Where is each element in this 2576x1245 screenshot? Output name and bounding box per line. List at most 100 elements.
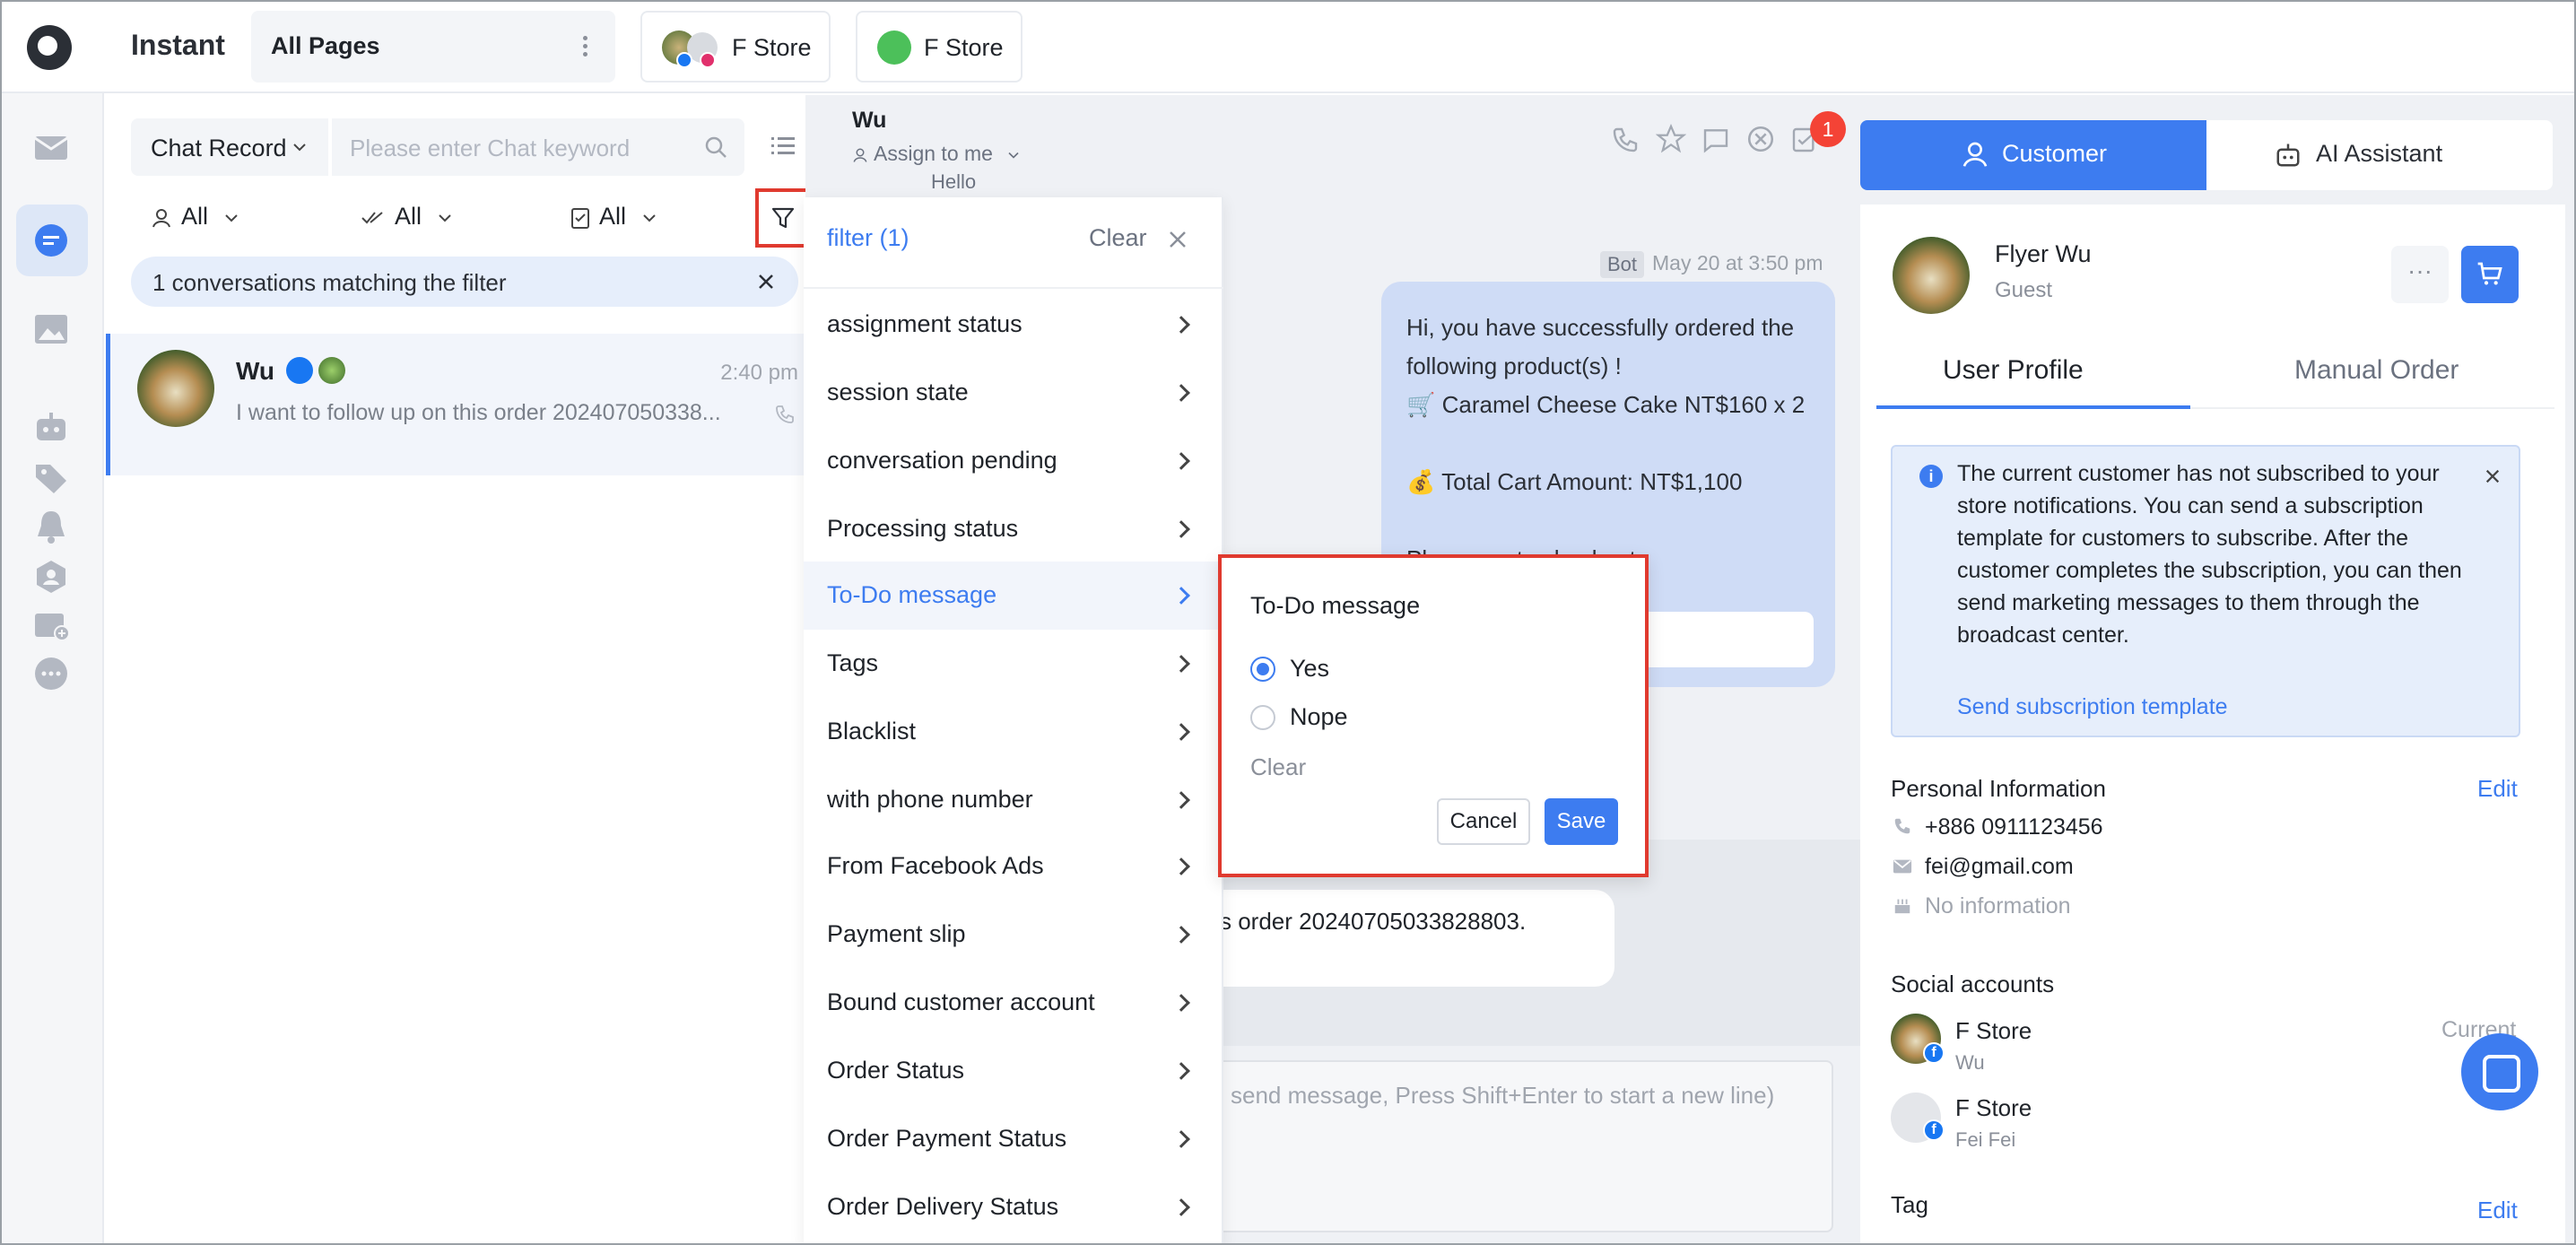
- inbox-icon[interactable]: [32, 129, 70, 167]
- filter-item-label: Order Payment Status: [827, 1125, 1067, 1152]
- close-icon[interactable]: [2485, 468, 2501, 484]
- conversation-preview: I want to follow up on this order 202407…: [236, 400, 721, 425]
- filter-item-session-state[interactable]: session state: [804, 359, 1223, 427]
- chat-record-select[interactable]: Chat Record: [131, 118, 328, 176]
- chevron-right-icon: [1172, 1130, 1190, 1148]
- task-filter[interactable]: All: [570, 203, 657, 231]
- filter-item-order-status[interactable]: Order Status: [804, 1037, 1223, 1105]
- tab-ai-assistant-label: AI Assistant: [2316, 140, 2443, 167]
- close-icon[interactable]: [757, 273, 775, 291]
- filter-item-todo-message[interactable]: To-Do message: [804, 562, 1223, 630]
- filter-item-assignment-status[interactable]: assignment status: [804, 291, 1223, 359]
- filter-item-processing-status[interactable]: Processing status: [804, 495, 1223, 563]
- facebook-icon: [286, 357, 313, 384]
- tag-title: Tag: [1891, 1191, 1928, 1218]
- filter-item-label: Order Status: [827, 1057, 965, 1084]
- filter-item-label: From Facebook Ads: [827, 852, 1044, 879]
- tab-customer[interactable]: Customer: [1860, 120, 2206, 190]
- conversation-name: Wu: [236, 357, 275, 385]
- cart-button[interactable]: [2461, 246, 2519, 303]
- note-icon[interactable]: [1701, 126, 1731, 154]
- block-icon[interactable]: [1745, 124, 1776, 154]
- assign-dropdown[interactable]: Assign to me: [852, 142, 1020, 166]
- cart-icon: [2477, 262, 2502, 285]
- store-tab-whatsapp[interactable]: F Store: [856, 11, 1023, 83]
- edit-tag-button[interactable]: Edit: [2477, 1197, 2518, 1224]
- social-accounts-title: Social accounts: [1891, 971, 2055, 997]
- ticket-icon[interactable]: [32, 606, 70, 644]
- send-subscription-template-link[interactable]: Send subscription template: [1957, 694, 2228, 720]
- star-icon[interactable]: [1656, 124, 1686, 154]
- chat-support-button[interactable]: [2461, 1033, 2538, 1110]
- app-title: Instant: [131, 29, 225, 61]
- kebab-icon[interactable]: [583, 36, 588, 57]
- popup-clear-button[interactable]: Clear: [1250, 753, 1306, 781]
- conversation-item[interactable]: Wu 2:40 pm I want to follow up on this o…: [106, 334, 804, 475]
- image-icon[interactable]: [32, 310, 70, 348]
- filter-item-label: Order Delivery Status: [827, 1193, 1059, 1220]
- radio-nope[interactable]: [1250, 705, 1275, 730]
- team-icon[interactable]: [32, 558, 70, 596]
- bot-icon[interactable]: [32, 409, 70, 447]
- conversation-time: 2:40 pm: [720, 361, 798, 385]
- bot-message-line: 🛒 Caramel Cheese Cake NT$160 x 2: [1406, 391, 1806, 418]
- chevron-right-icon: [1172, 858, 1190, 875]
- filter-clear-button[interactable]: Clear: [1089, 224, 1147, 252]
- save-button[interactable]: Save: [1545, 798, 1618, 845]
- store-tab-facebook[interactable]: F Store: [640, 11, 831, 83]
- search-input[interactable]: Please enter Chat keyword: [332, 118, 744, 176]
- filter-item-bound-customer-account[interactable]: Bound customer account: [804, 969, 1223, 1037]
- assignee-filter[interactable]: All: [151, 203, 239, 231]
- chevron-right-icon: [1172, 587, 1190, 605]
- popup-title: To-Do message: [1250, 592, 1421, 619]
- chevron-right-icon: [1172, 994, 1190, 1012]
- tab-user-profile[interactable]: User Profile: [1943, 355, 2084, 386]
- bot-icon: [2276, 144, 2300, 167]
- radio-yes[interactable]: [1250, 657, 1275, 682]
- list-view-icon[interactable]: [770, 133, 796, 160]
- tab-ai-assistant[interactable]: AI Assistant: [2206, 120, 2553, 190]
- social-store-name: F Store: [1955, 1017, 2032, 1044]
- more-options-button[interactable]: ···: [2391, 246, 2449, 303]
- tag-icon[interactable]: [32, 459, 70, 497]
- todo-message-popup: To-Do message Yes Nope Clear Cancel Save: [1218, 554, 1649, 877]
- filter-item-conversation-pending[interactable]: conversation pending: [804, 427, 1223, 495]
- customer-type: Guest: [1995, 278, 2053, 302]
- filter-item-tags[interactable]: Tags: [804, 630, 1223, 698]
- chevron-right-icon: [1172, 1062, 1190, 1080]
- filter-item-label: To-Do message: [827, 581, 997, 608]
- search-icon[interactable]: [703, 135, 728, 160]
- radio-nope-label[interactable]: Nope: [1290, 703, 1348, 731]
- chat-icon[interactable]: [32, 222, 70, 259]
- filter-item-order-delivery-status[interactable]: Order Delivery Status: [804, 1173, 1223, 1241]
- filter-item-order-payment-status[interactable]: Order Payment Status: [804, 1105, 1223, 1173]
- read-status-filter[interactable]: All: [361, 203, 452, 231]
- filter-item-facebook-ads[interactable]: From Facebook Ads: [804, 832, 1223, 901]
- filter-item-payment-slip[interactable]: Payment slip: [804, 901, 1223, 969]
- chevron-right-icon: [1172, 384, 1190, 402]
- social-store-name: F Store: [1955, 1094, 2032, 1121]
- filter-button[interactable]: [755, 188, 809, 248]
- chevron-right-icon: [1172, 791, 1190, 809]
- pages-select[interactable]: All Pages: [251, 11, 615, 83]
- customer-email: fei@gmail.com: [1925, 854, 2074, 879]
- filter-item-phone-number[interactable]: with phone number: [804, 766, 1223, 834]
- filter-match-bar: 1 conversations matching the filter: [131, 257, 798, 307]
- filter-item-label: session state: [827, 379, 969, 405]
- filter-item-blacklist[interactable]: Blacklist: [804, 698, 1223, 766]
- chat-header: Wu Assign to me 1: [805, 95, 1860, 178]
- filter-item-label: assignment status: [827, 310, 1023, 337]
- bell-icon[interactable]: [32, 508, 70, 545]
- close-icon[interactable]: [1168, 230, 1188, 249]
- radio-yes-label[interactable]: Yes: [1290, 655, 1329, 683]
- tab-manual-order[interactable]: Manual Order: [2294, 355, 2459, 386]
- cancel-button[interactable]: Cancel: [1437, 798, 1530, 845]
- avatar: [1893, 237, 1970, 314]
- phone-icon[interactable]: [1611, 126, 1640, 154]
- left-nav: [2, 93, 104, 1243]
- edit-personal-info-button[interactable]: Edit: [2477, 775, 2518, 803]
- more-icon[interactable]: [32, 655, 70, 692]
- personal-info-title: Personal Information: [1891, 775, 2106, 802]
- chevron-down-icon: [293, 144, 306, 152]
- read-status-filter-label: All: [395, 203, 422, 230]
